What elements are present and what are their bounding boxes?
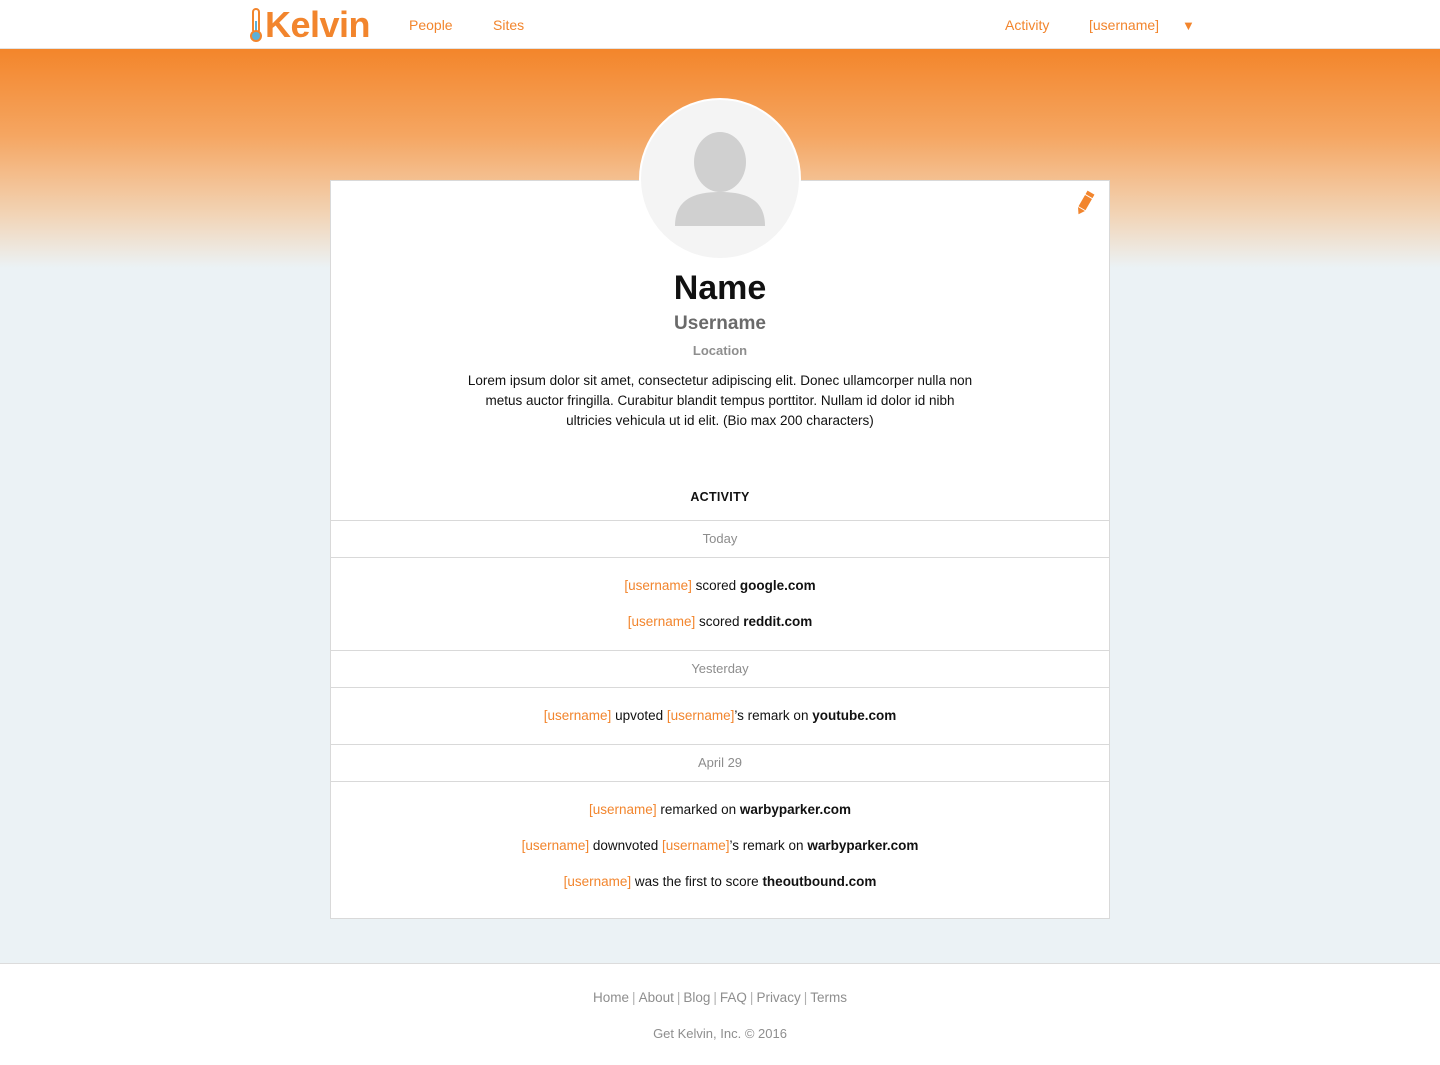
- nav-people[interactable]: People: [409, 17, 453, 33]
- activity-target-user-link[interactable]: [username]: [667, 708, 735, 723]
- user-silhouette-icon: [675, 132, 765, 226]
- nav-sites[interactable]: Sites: [493, 17, 524, 33]
- profile-bio: Lorem ipsum dolor sit amet, consectetur …: [467, 373, 973, 428]
- activity-action: scored: [699, 614, 740, 629]
- pencil-icon[interactable]: [1073, 189, 1097, 217]
- footer-link-privacy[interactable]: Privacy: [756, 990, 800, 1005]
- logo-wordmark: Kelvin: [265, 4, 371, 45]
- activity-item: [username] upvoted [username]’s remark o…: [331, 698, 1109, 734]
- nav-activity[interactable]: Activity: [1005, 17, 1049, 33]
- footer-link-terms[interactable]: Terms: [810, 990, 847, 1005]
- activity-group-items: [username] scored google.com [username] …: [331, 558, 1109, 650]
- activity-action: upvoted: [615, 708, 664, 723]
- activity-feed: Today [username] scored google.com [user…: [331, 520, 1109, 910]
- activity-item: [username] scored google.com: [331, 568, 1109, 604]
- profile-username: Username: [674, 313, 766, 334]
- activity-group-items: [username] remarked on warbyparker.com […: [331, 782, 1109, 910]
- footer-separator: |: [632, 990, 636, 1005]
- activity-site-link[interactable]: warbyparker.com: [807, 838, 918, 853]
- profile-location: Location: [692, 343, 748, 358]
- activity-site-link[interactable]: google.com: [740, 578, 816, 593]
- activity-item: [username] was the first to score theout…: [331, 864, 1109, 900]
- activity-site-link[interactable]: theoutbound.com: [762, 874, 876, 889]
- activity-item: [username] remarked on warbyparker.com: [331, 792, 1109, 828]
- activity-heading: ACTIVITY: [690, 490, 750, 504]
- activity-user-link[interactable]: [username]: [624, 578, 692, 593]
- activity-suffix: ’s remark on: [729, 838, 804, 853]
- kelvin-logo[interactable]: Kelvin: [249, 4, 371, 45]
- footer-separator: |: [676, 990, 681, 1005]
- activity-group-items: [username] upvoted [username]’s remark o…: [331, 688, 1109, 744]
- page-footer: Home | About | Blog | FAQ | Privacy | Terms Get Ke…: [0, 963, 1440, 1065]
- footer-copyright: Get Kelvin, Inc. © 2016: [653, 1026, 787, 1041]
- activity-user-link[interactable]: [username]: [522, 838, 590, 853]
- activity-action: remarked on: [660, 802, 737, 817]
- activity-date-header: Today: [331, 520, 1109, 558]
- activity-user-link[interactable]: [username]: [544, 708, 612, 723]
- activity-suffix: ’s remark on: [734, 708, 809, 723]
- activity-site-link[interactable]: reddit.com: [743, 614, 812, 629]
- footer-separator: |: [803, 990, 808, 1005]
- thermometer-icon: [250, 8, 262, 42]
- footer-link-blog[interactable]: Blog: [683, 990, 710, 1005]
- activity-date-header: April 29: [331, 744, 1109, 782]
- footer-separator: |: [749, 990, 754, 1005]
- chevron-down-icon[interactable]: ▼: [1182, 18, 1195, 33]
- footer-links: Home | About | Blog | FAQ | Privacy | Terms: [0, 990, 1440, 1005]
- footer-link-about[interactable]: About: [639, 990, 674, 1005]
- footer-link-home[interactable]: Home: [593, 990, 629, 1005]
- activity-date-header: Yesterday: [331, 650, 1109, 688]
- nav-user-menu[interactable]: [username]: [1089, 17, 1159, 33]
- activity-user-link[interactable]: [username]: [589, 802, 657, 817]
- footer-link-faq[interactable]: FAQ: [720, 990, 747, 1005]
- activity-site-link[interactable]: warbyparker.com: [740, 802, 851, 817]
- activity-item: [username] scored reddit.com: [331, 604, 1109, 640]
- activity-target-user-link[interactable]: [username]: [662, 838, 730, 853]
- activity-action: scored: [695, 578, 737, 593]
- footer-separator: |: [713, 990, 717, 1005]
- activity-user-link[interactable]: [username]: [628, 614, 696, 629]
- activity-action: was the first to score: [634, 874, 759, 889]
- top-nav-bar: Kelvin People Sites Activity [username] …: [0, 0, 1440, 49]
- activity-user-link[interactable]: [username]: [564, 874, 632, 889]
- profile-name: Name: [673, 269, 767, 307]
- activity-item: [username] downvoted [username]’s remark…: [331, 828, 1109, 864]
- profile-avatar[interactable]: [639, 98, 801, 260]
- profile-card: Name Username Location Lorem ipsum dolor…: [330, 180, 1110, 919]
- activity-action: downvoted: [592, 838, 659, 853]
- activity-site-link[interactable]: youtube.com: [812, 708, 896, 723]
